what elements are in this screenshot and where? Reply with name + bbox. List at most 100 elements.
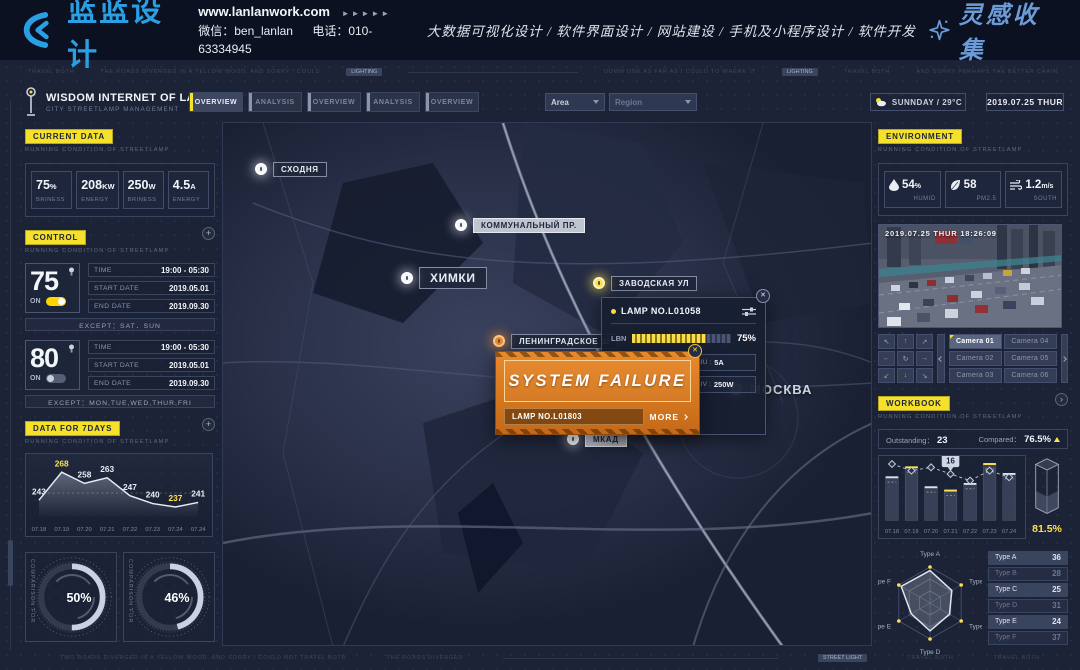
metric-tile: 75% BRINESS xyxy=(31,171,72,209)
metric-tile: 250W BRINESS xyxy=(123,171,164,209)
next-cameras-button[interactable] xyxy=(1061,334,1069,383)
chevron-left-icon xyxy=(938,356,944,362)
svg-text:243: 243 xyxy=(32,486,46,496)
decor-text-bottom: TWO ROADS DIVERGED IN A YELLOW WOOD, AND… xyxy=(60,654,1040,662)
camera-feed[interactable]: 2019.07.25 THUR 18:26:09 xyxy=(878,224,1062,328)
tab-analysis-1[interactable]: ANALYSIS xyxy=(248,92,302,112)
reset-view-button[interactable]: ↻ xyxy=(897,351,914,366)
up-arrow-icon xyxy=(1054,437,1060,442)
svg-text:Type C: Type C xyxy=(969,624,982,631)
dashboard-header: WISDOM INTERNET OF LAMP CITY STREETLAMP … xyxy=(24,84,1064,120)
leaf-icon xyxy=(950,179,961,191)
star-icon xyxy=(928,17,951,43)
end-date-row: END DATE2019.09.30 xyxy=(88,376,215,390)
wechat-contact: 微信：ben_lanlan xyxy=(198,24,293,38)
pan-down-right-button[interactable]: ↘ xyxy=(916,368,933,383)
tab-overview-1[interactable]: OVERVIEW xyxy=(189,92,243,112)
system-failure-popup: SYSTEM FAILURE LAMP NO.L01803 MORE xyxy=(495,351,700,435)
workbook-expand-button[interactable]: › xyxy=(1055,393,1068,406)
bulb-icon xyxy=(68,267,75,276)
svg-text:07.24: 07.24 xyxy=(1002,529,1016,535)
brightness-card: 80 ON xyxy=(25,340,80,390)
more-button[interactable]: MORE xyxy=(650,412,692,422)
add-schedule-button[interactable]: + xyxy=(202,227,215,240)
camera-05-button[interactable]: Camera 05 xyxy=(1004,351,1057,366)
seven-days-line-chart: 24307.1826807.1925807.2026307.2124707.22… xyxy=(25,453,213,537)
camera-list: Camera 01 Camera 04 Camera 02 Camera 05 … xyxy=(949,334,1057,383)
camera-04-button[interactable]: Camera 04 xyxy=(1004,334,1057,349)
right-column: ENVIRONMENT RUNNING CONDITION OF STREETL… xyxy=(878,126,1068,657)
current-data-subtitle: RUNNING CONDITION OF STREETLAMP xyxy=(25,147,169,153)
app-brand: WISDOM INTERNET OF LAMP CITY STREETLAMP … xyxy=(24,87,214,117)
pan-down-button[interactable]: ↓ xyxy=(897,368,914,383)
tab-overview-2[interactable]: OVERVIEW xyxy=(307,92,361,112)
brand-name: 蓝蓝设计 xyxy=(67,0,180,74)
svg-text:07.24: 07.24 xyxy=(191,527,206,533)
comparison-gauge-2: COMPARISON FOR 46% xyxy=(123,552,215,642)
humidity-tile: 54% HUMID xyxy=(884,171,941,208)
type-list: Type A36 Type B28 Type C25 Type D31 Type… xyxy=(988,551,1068,657)
date-text: 2019.07.25 THUR xyxy=(987,97,1063,107)
pan-up-button[interactable]: ↑ xyxy=(897,334,914,349)
close-icon[interactable]: ✕ xyxy=(688,344,702,358)
start-date-row: START DATE2019.05.01 xyxy=(88,358,215,372)
svg-text:237: 237 xyxy=(169,493,183,503)
bulb-icon xyxy=(68,344,75,353)
comparison-gauge-1: COMPARISON FOR 50% xyxy=(25,552,117,642)
promo-banner: 蓝蓝设计 www.lanlanwork.com ►►►►► 微信：ben_lan… xyxy=(0,0,1080,60)
schedule-toggle[interactable] xyxy=(46,297,66,306)
schedule-toggle[interactable] xyxy=(46,374,66,383)
inspiration-collect[interactable]: 灵感收集 xyxy=(928,0,1054,65)
svg-text:Type B: Type B xyxy=(969,579,982,586)
seven-days-badge: DATA FOR 7DAYS xyxy=(25,421,120,436)
type-a-row[interactable]: Type A36 xyxy=(988,551,1068,565)
failure-message: SYSTEM FAILURE xyxy=(508,372,686,391)
type-c-row[interactable]: Type C25 xyxy=(988,583,1068,597)
svg-text:07.22: 07.22 xyxy=(123,527,138,533)
pan-right-button[interactable]: → xyxy=(916,351,933,366)
camera-01-button[interactable]: Camera 01 xyxy=(949,334,1002,349)
tab-analysis-2[interactable]: ANALYSIS xyxy=(366,92,420,112)
type-d-row[interactable]: Type D31 xyxy=(988,599,1068,613)
camera-02-button[interactable]: Camera 02 xyxy=(949,351,1002,366)
website-link[interactable]: www.lanlanwork.com xyxy=(198,4,330,19)
camera-03-button[interactable]: Camera 03 xyxy=(949,368,1002,383)
map-pin-zavodskaya[interactable]: ЗАВОДСКАЯ УЛ xyxy=(591,275,697,291)
end-date-row: END DATE2019.09.30 xyxy=(88,299,215,313)
map-pin-kommunalny[interactable]: КОММУНАЛЬНЫЙ ПР. xyxy=(453,217,585,233)
traffic-scene xyxy=(879,225,1062,328)
map-pin-khimki[interactable]: ХИМКИ xyxy=(399,267,487,289)
type-f-row[interactable]: Type F37 xyxy=(988,631,1068,645)
weather-text: SUNNDAY / 29°C xyxy=(892,98,962,107)
tab-overview-3[interactable]: OVERVIEW xyxy=(425,92,479,112)
pan-down-left-button[interactable]: ↙ xyxy=(878,368,895,383)
brightness-card: 75 ON xyxy=(25,263,80,313)
scroll-rail[interactable] xyxy=(10,100,11,650)
sliders-icon[interactable] xyxy=(742,307,756,316)
start-date-row: START DATE2019.05.01 xyxy=(88,281,215,295)
map-pin-shodnya[interactable]: СХОДНЯ xyxy=(253,161,327,177)
city-map[interactable]: СХОДНЯ КОММУНАЛЬНЫЙ ПР. ХИМКИ ЗАВОДСКАЯ … xyxy=(222,122,872,646)
prev-cameras-button[interactable] xyxy=(937,334,945,383)
failure-lamp-id: LAMP NO.L01803 xyxy=(504,408,644,425)
svg-text:247: 247 xyxy=(123,482,137,492)
area-select[interactable]: Area xyxy=(545,93,605,111)
close-icon[interactable]: ✕ xyxy=(756,289,770,303)
pan-up-right-button[interactable]: ↗ xyxy=(916,334,933,349)
camera-06-button[interactable]: Camera 06 xyxy=(1004,368,1057,383)
pan-up-left-button[interactable]: ↖ xyxy=(878,334,895,349)
metric-tile: 4.5A ENERGY xyxy=(168,171,209,209)
type-e-row[interactable]: Type E24 xyxy=(988,615,1068,629)
map-pin-leningradskoe[interactable]: ЛЕНИНГРАДСКОЕ Ш xyxy=(491,333,618,349)
workbook-stats: Outstanding：23 Compared：76.5% xyxy=(878,429,1068,449)
services-list: 大数据可视化设计 / 软件界面设计 / 网站建设 / 手机及小程序设计 / 软件… xyxy=(415,20,928,40)
svg-text:07.19: 07.19 xyxy=(54,527,69,533)
tank-percentage: 81.5% xyxy=(1032,523,1062,535)
pan-left-button[interactable]: ← xyxy=(878,351,895,366)
brightness-bar[interactable] xyxy=(632,334,731,343)
region-select[interactable]: Region xyxy=(609,93,697,111)
type-b-row[interactable]: Type B28 xyxy=(988,567,1068,581)
except-days: EXCEPT：SAT．SUN xyxy=(25,318,215,331)
time-row: TIME19:00 - 05:30 xyxy=(88,263,215,277)
expand-chart-button[interactable]: + xyxy=(202,418,215,431)
